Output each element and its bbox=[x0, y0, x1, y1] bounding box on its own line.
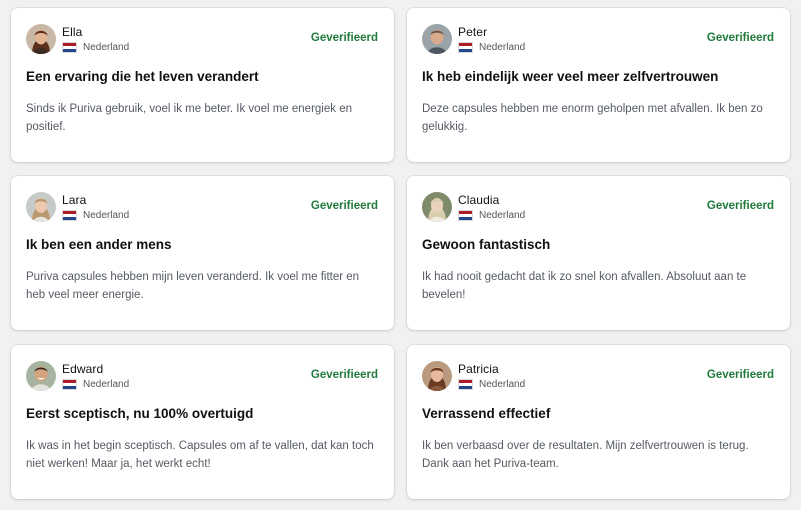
country-label: Nederland bbox=[83, 210, 130, 221]
country-label: Nederland bbox=[479, 42, 526, 53]
review-card: Lara Nederland Geverifieerd Ik ben een a… bbox=[11, 176, 394, 330]
reviewer-name: Lara bbox=[62, 193, 87, 207]
review-title: Ik heb eindelijk weer veel meer zelfvert… bbox=[422, 69, 719, 84]
reviewer-name: Claudia bbox=[458, 193, 500, 207]
reviewer-country: Nederland bbox=[62, 210, 129, 221]
review-text: Ik ben verbaasd over de resultaten. Mijn… bbox=[422, 440, 749, 470]
review-title: Verrassend effectief bbox=[422, 406, 551, 421]
country-label: Nederland bbox=[83, 42, 130, 53]
netherlands-flag-icon bbox=[458, 210, 473, 221]
review-card: Patricia Nederland Geverifieerd Verrasse… bbox=[407, 345, 790, 499]
reviewer-name: Patricia bbox=[458, 362, 499, 376]
review-card: Peter Nederland Geverifieerd Ik heb eind… bbox=[407, 8, 790, 162]
reviewer-country: Nederland bbox=[458, 210, 525, 221]
review-text: Ik was in het begin sceptisch. Capsules … bbox=[26, 440, 374, 470]
review-card: Claudia Nederland Geverifieerd Gewoon fa… bbox=[407, 176, 790, 330]
reviewer-country: Nederland bbox=[458, 379, 525, 390]
netherlands-flag-icon bbox=[458, 42, 473, 53]
verified-badge: Geverifieerd bbox=[706, 32, 774, 44]
avatar bbox=[422, 192, 452, 222]
review-title: Een ervaring die het leven verandert bbox=[26, 69, 259, 84]
avatar bbox=[26, 361, 56, 391]
verified-badge: Geverifieerd bbox=[310, 32, 378, 44]
reviewer-name: Edward bbox=[62, 362, 104, 376]
review-text: Sinds ik Puriva gebruik, voel ik me bete… bbox=[26, 103, 352, 133]
country-label: Nederland bbox=[83, 379, 130, 390]
verified-badge: Geverifieerd bbox=[706, 200, 774, 212]
review-text: Ik had nooit gedacht dat ik zo snel kon … bbox=[422, 271, 747, 301]
avatar bbox=[26, 24, 56, 54]
country-label: Nederland bbox=[479, 210, 526, 221]
netherlands-flag-icon bbox=[62, 42, 77, 53]
reviewer-name: Ella bbox=[62, 25, 83, 39]
review-text: Deze capsules hebben me enorm geholpen m… bbox=[422, 103, 763, 133]
review-card: Edward Nederland Geverifieerd Eerst scep… bbox=[11, 345, 394, 499]
netherlands-flag-icon bbox=[62, 210, 77, 221]
verified-badge: Geverifieerd bbox=[706, 369, 774, 381]
netherlands-flag-icon bbox=[62, 379, 77, 390]
verified-badge: Geverifieerd bbox=[310, 369, 378, 381]
reviewer-country: Nederland bbox=[62, 379, 129, 390]
netherlands-flag-icon bbox=[458, 379, 473, 390]
avatar bbox=[422, 24, 452, 54]
reviews-grid: Ella Nederland Geverifieerd Een ervaring… bbox=[0, 0, 801, 510]
review-title: Ik ben een ander mens bbox=[26, 237, 172, 252]
avatar bbox=[26, 192, 56, 222]
reviewer-country: Nederland bbox=[62, 42, 129, 53]
reviewer-country: Nederland bbox=[458, 42, 525, 53]
reviewer-name: Peter bbox=[458, 25, 488, 39]
review-title: Eerst sceptisch, nu 100% overtuigd bbox=[26, 406, 254, 421]
review-card: Ella Nederland Geverifieerd Een ervaring… bbox=[11, 8, 394, 162]
country-label: Nederland bbox=[479, 379, 526, 390]
avatar bbox=[422, 361, 452, 391]
review-title: Gewoon fantastisch bbox=[422, 237, 551, 252]
review-text: Puriva capsules hebben mijn leven verand… bbox=[26, 271, 360, 301]
verified-badge: Geverifieerd bbox=[310, 200, 378, 212]
